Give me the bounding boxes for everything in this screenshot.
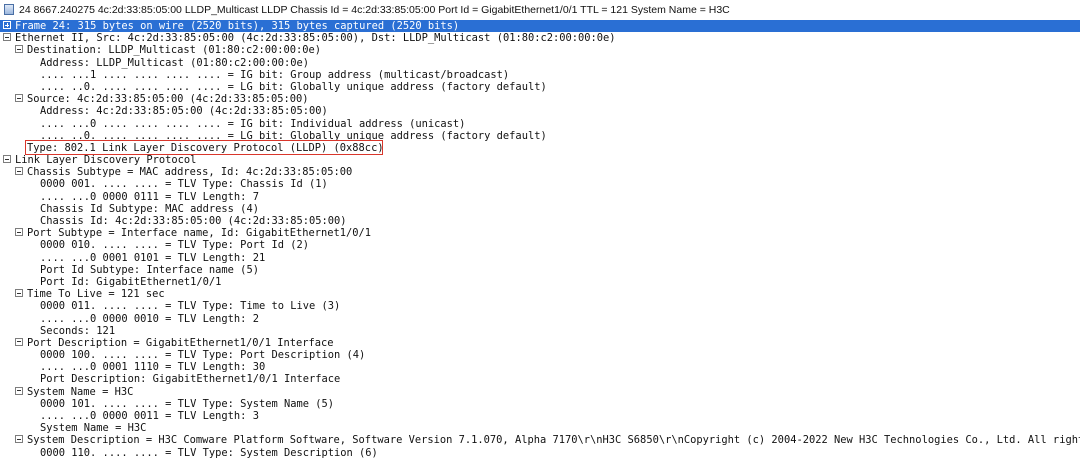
collapse-icon[interactable] [3,155,11,164]
tree-row[interactable]: System Name = H3C [0,422,1080,434]
tree-row-text: System Name = H3C [40,422,147,435]
tree-row[interactable]: Port Subtype = Interface name, Id: Gigab… [0,227,1080,239]
tree-row-text: Time To Live = 121 sec [27,288,165,301]
tree-row-text: .... ...0 0001 0101 = TLV Length: 21 [40,251,266,264]
tree-row[interactable]: 0000 100. .... .... = TLV Type: Port Des… [0,349,1080,361]
tree-row[interactable]: Port Id: GigabitEthernet1/0/1 [0,276,1080,288]
collapse-icon[interactable] [15,167,23,176]
tree-row-text: Ethernet II, Src: 4c:2d:33:85:05:00 (4c:… [15,32,616,45]
collapse-icon[interactable] [15,435,23,444]
tree-row-text: 0000 100. .... .... = TLV Type: Port Des… [40,349,366,362]
tree-row[interactable]: .... ..0. .... .... .... .... = LG bit: … [0,130,1080,142]
tree-row-text: System Name = H3C [27,385,134,398]
tree-row[interactable]: .... ...1 .... .... .... .... = IG bit: … [0,69,1080,81]
tree-row[interactable]: Ethernet II, Src: 4c:2d:33:85:05:00 (4c:… [0,32,1080,44]
packet-window-icon [4,4,14,15]
tree-row[interactable]: Source: 4c:2d:33:85:05:00 (4c:2d:33:85:0… [0,93,1080,105]
tree-row[interactable]: 0000 110. .... .... = TLV Type: System D… [0,447,1080,459]
tree-row-text: Type: 802.1 Link Layer Discovery Protoco… [27,141,384,154]
tree-row-text: Chassis Subtype = MAC address, Id: 4c:2d… [27,166,353,179]
tree-row-text: 0000 110. .... .... = TLV Type: System D… [40,446,378,459]
collapse-icon[interactable] [15,386,23,395]
tree-row[interactable]: .... ...0 .... .... .... .... = IG bit: … [0,118,1080,130]
tree-row[interactable]: Port Description = GigabitEthernet1/0/1 … [0,337,1080,349]
tree-row[interactable]: Port Description: GigabitEthernet1/0/1 I… [0,373,1080,385]
tree-row-text: Chassis Id Subtype: MAC address (4) [40,202,259,215]
tree-row[interactable]: Frame 24: 315 bytes on wire (2520 bits),… [0,20,1080,33]
tree-row[interactable]: Chassis Subtype = MAC address, Id: 4c:2d… [0,166,1080,178]
collapse-icon[interactable] [15,45,23,54]
window-title-bar: 24 8667.240275 4c:2d:33:85:05:00 LLDP_Mu… [0,0,1080,19]
tree-row-text: Chassis Id: 4c:2d:33:85:05:00 (4c:2d:33:… [40,215,347,227]
tree-row[interactable]: .... ...0 0001 1110 = TLV Length: 30 [0,361,1080,373]
tree-row[interactable]: Address: 4c:2d:33:85:05:00 (4c:2d:33:85:… [0,105,1080,117]
tree-row-text: Seconds: 121 [40,324,116,337]
packet-details-tree[interactable]: Frame 24: 315 bytes on wire (2520 bits),… [0,20,1080,459]
window-title: 24 8667.240275 4c:2d:33:85:05:00 LLDP_Mu… [19,3,730,16]
tree-row-text: 0000 001. .... .... = TLV Type: Chassis … [40,178,328,191]
collapse-icon[interactable] [15,337,23,346]
collapse-icon[interactable] [3,33,11,42]
tree-row[interactable]: .... ...0 0001 0101 = TLV Length: 21 [0,252,1080,264]
tree-row-text: .... ...0 0001 1110 = TLV Length: 30 [40,361,266,374]
tree-row[interactable]: Chassis Id: 4c:2d:33:85:05:00 (4c:2d:33:… [0,215,1080,227]
tree-row[interactable]: Seconds: 121 [0,325,1080,337]
tree-row[interactable]: Address: LLDP_Multicast (01:80:c2:00:00:… [0,57,1080,69]
tree-row-text: 0000 011. .... .... = TLV Type: Time to … [40,300,341,313]
tree-row[interactable]: Destination: LLDP_Multicast (01:80:c2:00… [0,44,1080,56]
tree-row[interactable]: System Name = H3C [0,386,1080,398]
tree-row[interactable]: Port Id Subtype: Interface name (5) [0,264,1080,276]
tree-row[interactable]: Time To Live = 121 sec [0,288,1080,300]
tree-row-text: .... ...0 0000 0010 = TLV Length: 2 [40,312,259,325]
tree-row-text: System Description = H3C Comware Platfor… [27,434,1080,447]
tree-row[interactable]: 0000 010. .... .... = TLV Type: Port Id … [0,239,1080,251]
tree-row-text: .... ...0 0000 0111 = TLV Length: 7 [40,190,259,203]
tree-row-text: Destination: LLDP_Multicast (01:80:c2:00… [27,44,322,57]
tree-row-text: Port Id Subtype: Interface name (5) [40,263,259,276]
tree-row[interactable]: .... ...0 0000 0010 = TLV Length: 2 [0,313,1080,325]
tree-row-text: Port Id: GigabitEthernet1/0/1 [40,275,222,288]
tree-row-text: Source: 4c:2d:33:85:05:00 (4c:2d:33:85:0… [27,93,309,106]
tree-row[interactable]: 0000 011. .... .... = TLV Type: Time to … [0,300,1080,312]
tree-row-text: .... ...0 .... .... .... .... = IG bit: … [40,117,466,130]
tree-row[interactable]: .... ...0 0000 0111 = TLV Length: 7 [0,191,1080,203]
tree-row-text: Address: LLDP_Multicast (01:80:c2:00:00:… [40,56,309,69]
tree-row-text: Link Layer Discovery Protocol [15,154,197,167]
tree-row-text: .... ...0 0000 0011 = TLV Length: 3 [40,410,259,422]
tree-row-text: Address: 4c:2d:33:85:05:00 (4c:2d:33:85:… [40,105,328,118]
tree-row-text: Frame 24: 315 bytes on wire (2520 bits),… [15,20,460,32]
tree-row-text: Port Description: GigabitEthernet1/0/1 I… [40,373,341,386]
tree-row-text: Port Description = GigabitEthernet1/0/1 … [27,336,334,349]
tree-row[interactable]: Chassis Id Subtype: MAC address (4) [0,203,1080,215]
tree-row-text: .... ..0. .... .... .... .... = LG bit: … [40,129,547,142]
tree-row-text: .... ..0. .... .... .... .... = LG bit: … [40,80,547,93]
tree-row[interactable]: .... ...0 0000 0011 = TLV Length: 3 [0,410,1080,422]
tree-row[interactable]: System Description = H3C Comware Platfor… [0,434,1080,446]
tree-row[interactable]: 0000 101. .... .... = TLV Type: System N… [0,398,1080,410]
collapse-icon[interactable] [15,289,23,298]
tree-row-text: Port Subtype = Interface name, Id: Gigab… [27,227,372,240]
tree-row[interactable]: 0000 001. .... .... = TLV Type: Chassis … [0,178,1080,190]
tree-row[interactable]: Type: 802.1 Link Layer Discovery Protoco… [0,142,1080,154]
tree-row[interactable]: Link Layer Discovery Protocol [0,154,1080,166]
tree-row-text: 0000 101. .... .... = TLV Type: System N… [40,397,335,410]
collapse-icon[interactable] [15,94,23,103]
collapse-icon[interactable] [15,228,23,237]
tree-row-text: .... ...1 .... .... .... .... = IG bit: … [40,68,510,81]
expand-icon[interactable] [3,21,11,29]
tree-row[interactable]: .... ..0. .... .... .... .... = LG bit: … [0,81,1080,93]
tree-row-text: 0000 010. .... .... = TLV Type: Port Id … [40,239,309,252]
